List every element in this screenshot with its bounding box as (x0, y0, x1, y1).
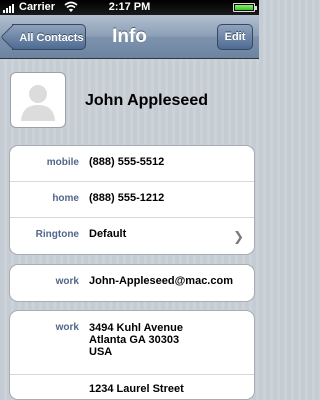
ringtone-row[interactable]: Ringtone Default ❯ (10, 218, 254, 254)
chevron-right-icon: ❯ (233, 229, 244, 244)
contact-name: John Appleseed (85, 92, 208, 109)
address-group: work 3494 Kuhl Avenue Atlanta GA 30303 U… (9, 310, 255, 400)
battery-level (235, 5, 253, 10)
status-bar: Carrier 2:17 PM (0, 0, 259, 15)
address-value: 3494 Kuhl Avenue Atlanta GA 30303 USA (89, 322, 183, 358)
address-label: work (55, 322, 79, 333)
phone-group: mobile (888) 555-5512 home (888) 555-121… (9, 145, 255, 255)
phone-label: mobile (46, 157, 79, 168)
ringtone-label: Ringtone (35, 229, 79, 240)
phone-value: (888) 555-5512 (89, 156, 165, 168)
phone-value: (888) 555-1212 (89, 192, 165, 204)
address-line: Atlanta GA 30303 (89, 334, 180, 346)
phone-label: home (52, 193, 79, 204)
person-silhouette-icon (21, 85, 55, 121)
edit-button[interactable]: Edit (217, 24, 253, 50)
address-line: 1234 Laurel Street (89, 383, 184, 395)
email-group: work John-Appleseed@mac.com (9, 264, 255, 302)
status-time: 2:17 PM (108, 1, 151, 13)
email-label: work (55, 276, 79, 287)
address-line: USA (89, 346, 113, 358)
address-row[interactable]: work 3494 Kuhl Avenue Atlanta GA 30303 U… (10, 311, 254, 375)
email-row[interactable]: work John-Appleseed@mac.com (10, 265, 254, 301)
phone-row-home[interactable]: home (888) 555-1212 (10, 182, 254, 218)
contact-photo[interactable] (10, 72, 66, 128)
battery-icon (233, 3, 257, 12)
phone-row-mobile[interactable]: mobile (888) 555-5512 (10, 146, 254, 182)
navigation-bar: All Contacts Info Edit (0, 15, 259, 59)
address-line: 3494 Kuhl Avenue (89, 322, 183, 334)
email-value: John-Appleseed@mac.com (89, 275, 233, 287)
ringtone-value: Default (89, 228, 127, 240)
